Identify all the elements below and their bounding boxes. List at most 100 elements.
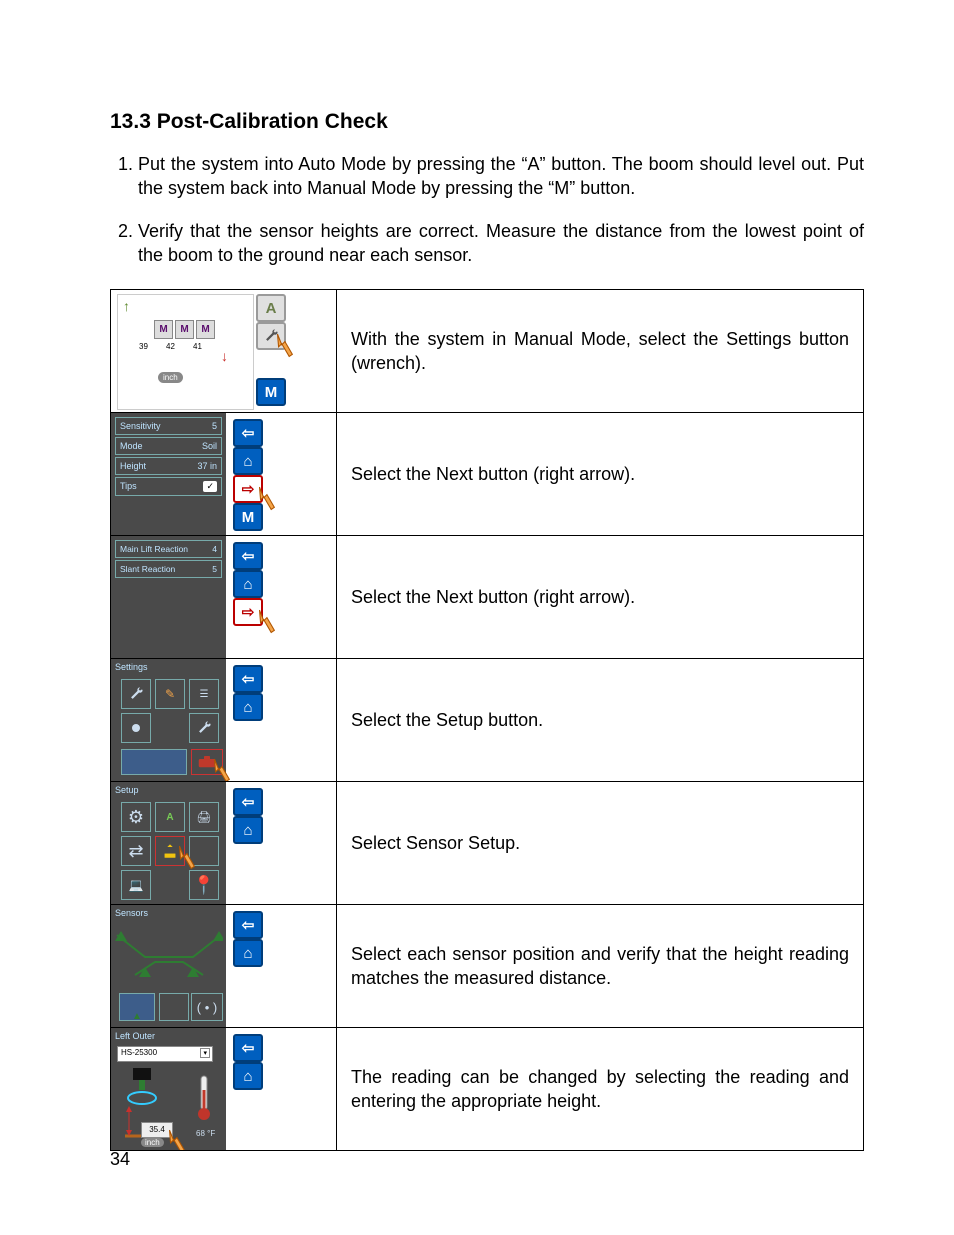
screenshot-settings-2: Main Lift Reaction4 Slant Reaction5 ⇦ ⌂ … [111,536,336,658]
setup-tile[interactable]: ⇄ [121,836,151,866]
list-item[interactable]: ModeSoil [115,437,222,455]
home-button[interactable]: ⌂ [233,447,263,475]
manual-button[interactable]: M [256,378,286,406]
home-button[interactable]: ⌂ [233,816,263,844]
screenshot-settings-grid: Settings ✎ ☰ ⇦ ⌂ [111,659,336,781]
bottom-tile[interactable] [159,993,189,1021]
bottom-tile[interactable]: ▲ [119,993,155,1021]
back-button[interactable]: ⇦ [233,419,263,447]
list-item[interactable]: Height37 in [115,457,222,475]
home-icon: ⌂ [243,576,252,593]
setup-tile[interactable]: A [155,802,185,832]
page-number: 34 [110,1149,130,1170]
setup-tile[interactable]: 📍 [189,870,219,900]
arrow-left-icon: ⇦ [242,670,255,688]
manual-button[interactable]: M [233,503,263,531]
boom-diagram [115,927,223,982]
setup-tile[interactable] [189,836,219,866]
arrow-left-icon: ⇦ [242,793,255,811]
home-button[interactable]: ⌂ [233,1062,263,1090]
arrow-right-icon: ⇨ [242,480,255,498]
setup-tile[interactable]: ⚙ [121,802,151,832]
arrow-left-icon: ⇦ [242,1039,255,1057]
arrow-left-icon: ⇦ [242,916,255,934]
settings-tile[interactable] [189,713,219,743]
unit-pill: inch [158,372,183,383]
sensor-icon [162,843,178,859]
section-heading: 13.3 Post-Calibration Check [110,110,864,134]
back-button[interactable]: ⇦ [233,911,263,939]
screenshot-settings-1: Sensitivity5 ModeSoil Height37 in Tips✓ … [111,413,336,535]
screenshot-main: ↑ M M M 39 42 41 ↓ inch A M [111,290,336,412]
arrow-left-icon: ⇦ [242,547,255,565]
screenshot-left-outer: Left Outer HS-25300 ▾ [111,1028,336,1150]
instruction-text: Select the Next button (right arrow). [337,536,864,659]
sensor-setup-button[interactable] [155,836,185,866]
wrench-icon [196,720,212,736]
step-item: Put the system into Auto Mode by pressin… [138,152,864,201]
home-icon: ⌂ [243,1068,252,1085]
home-button[interactable]: ⌂ [233,939,263,967]
screenshot-setup-grid: Setup ⚙ A 🖨 ⇄ 💻 📍 ⇦ ⌂ [111,782,336,904]
m-icon: M [175,320,194,339]
instruction-text: With the system in Manual Mode, select t… [337,290,864,413]
bottom-tile[interactable]: ( • ) [191,993,223,1021]
wrench-icon [263,328,279,344]
home-button[interactable]: ⌂ [233,693,263,721]
sensor-id-dropdown[interactable]: HS-25300 ▾ [117,1046,213,1062]
setup-button[interactable] [191,749,223,775]
home-icon: ⌂ [243,822,252,839]
back-button[interactable]: ⇦ [233,1034,263,1062]
wrench-button[interactable] [256,322,286,350]
screen-title: Left Outer [115,1031,155,1041]
screen-title: Setup [115,785,139,795]
home-icon: ⌂ [243,699,252,716]
setup-tile[interactable]: 🖨 [189,802,219,832]
screen-title: Sensors [115,908,148,918]
next-button[interactable]: ⇨ [233,475,263,503]
home-icon: ⌂ [243,945,252,962]
screen-title: Settings [115,662,148,672]
instruction-text: Select the Setup button. [337,659,864,782]
height-value: 42 [166,342,175,351]
settings-tile[interactable]: ☰ [189,679,219,709]
instruction-table: ↑ M M M 39 42 41 ↓ inch A M [110,289,864,1151]
down-arrow-icon: ↓ [221,348,228,364]
instruction-text: Select the Next button (right arrow). [337,413,864,536]
list-item[interactable]: Main Lift Reaction4 [115,540,222,558]
m-icon: M [196,320,215,339]
wrench-icon [128,686,144,702]
settings-tile[interactable] [121,679,151,709]
thermometer-icon [197,1074,211,1122]
screenshot-sensors: Sensors ▲ ( • ) ⇦ ⌂ [111,905,336,1027]
list-item[interactable]: Tips✓ [115,477,222,496]
temp-reading: 68 °F [196,1129,215,1138]
home-button[interactable]: ⌂ [233,570,263,598]
auto-button[interactable]: A [256,294,286,322]
step-list: Put the system into Auto Mode by pressin… [110,152,864,267]
back-button[interactable]: ⇦ [233,542,263,570]
instruction-text: Select each sensor position and verify t… [337,905,864,1028]
settings-tile[interactable] [121,749,187,775]
step-item: Verify that the sensor heights are corre… [138,219,864,268]
instruction-text: Select Sensor Setup. [337,782,864,905]
back-button[interactable]: ⇦ [233,665,263,693]
setup-tile[interactable]: 💻 [121,870,151,900]
settings-tile[interactable]: ✎ [155,679,185,709]
arrow-right-icon: ⇨ [242,603,255,621]
arrow-left-icon: ⇦ [242,424,255,442]
height-value: 41 [193,342,202,351]
list-item[interactable]: Sensitivity5 [115,417,222,435]
list-item[interactable]: Slant Reaction5 [115,560,222,578]
next-button[interactable]: ⇨ [233,598,263,626]
back-button[interactable]: ⇦ [233,788,263,816]
unit-pill: inch [141,1138,164,1147]
height-reading[interactable]: 35.4 [141,1122,173,1138]
up-arrow-icon: ↑ [123,298,130,314]
height-value: 39 [139,342,148,351]
m-icon: M [154,320,173,339]
toolbox-icon [198,755,216,769]
settings-tile[interactable] [121,713,151,743]
dropdown-arrow-icon: ▾ [200,1048,210,1058]
instruction-text: The reading can be changed by selecting … [337,1028,864,1151]
